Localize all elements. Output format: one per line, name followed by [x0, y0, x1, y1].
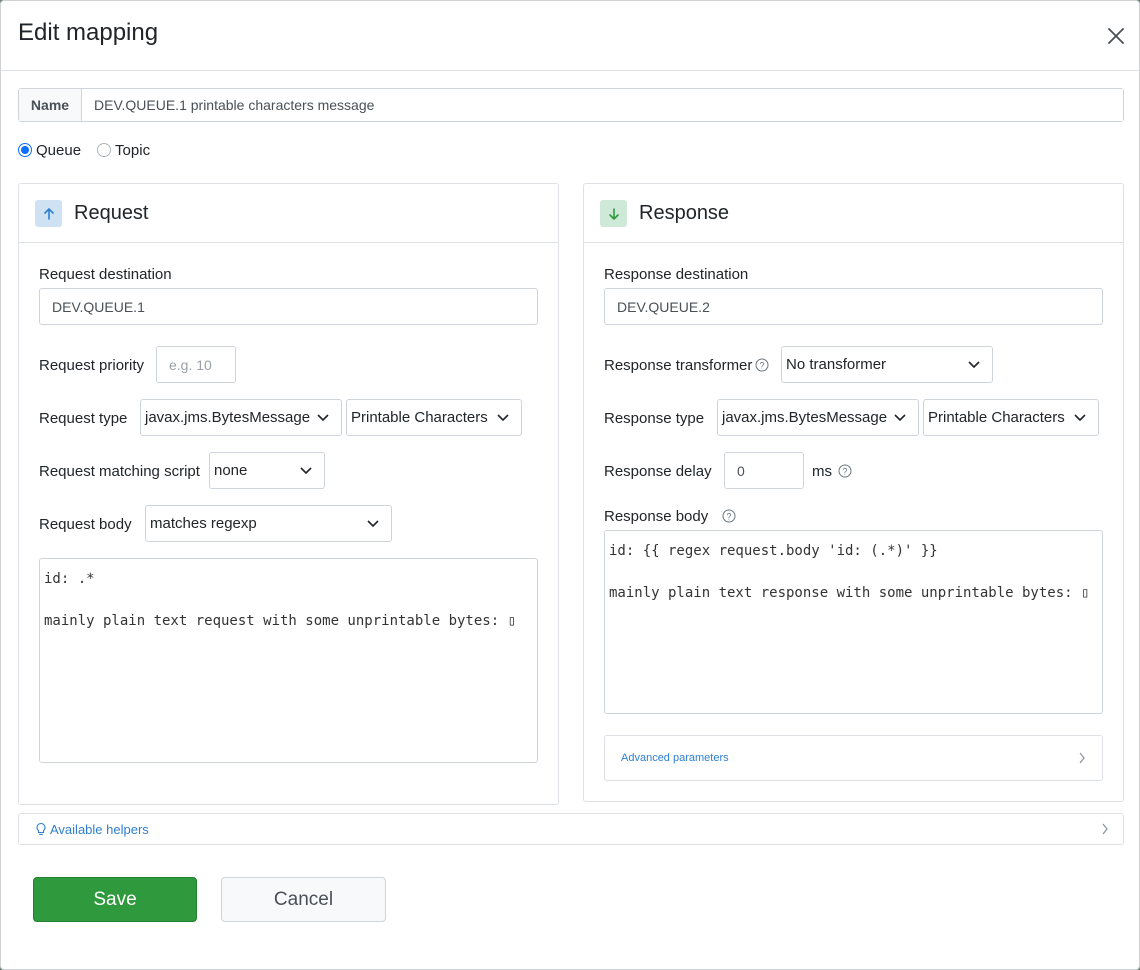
chevron-right-icon: [1102, 823, 1108, 835]
request-priority-label: Request priority: [39, 357, 145, 374]
request-type-select[interactable]: javax.jms.BytesMessage: [140, 399, 342, 436]
response-body-textarea[interactable]: id: {{ regex request.body 'id: (.*)' }} …: [604, 530, 1103, 714]
queue-radio-label: Queue: [36, 141, 82, 159]
request-encoding-select[interactable]: Printable Characters: [346, 399, 522, 436]
response-transformer-label: Response transformer: [604, 357, 753, 374]
chevron-down-icon: [1074, 413, 1086, 421]
chevron-down-icon: [894, 413, 906, 421]
response-transformer-value: No transformer: [786, 356, 887, 373]
save-button[interactable]: Save: [33, 877, 197, 922]
request-panel-header: Request: [19, 184, 558, 243]
request-destination-input[interactable]: DEV.QUEUE.1: [39, 288, 538, 325]
lightbulb-icon: [36, 822, 46, 835]
request-matching-script-label: Request matching script: [39, 463, 200, 480]
available-helpers-label: Available helpers: [50, 821, 149, 837]
response-delay-input[interactable]: 0: [724, 452, 804, 489]
response-destination-label: Response destination: [604, 266, 749, 283]
response-body-label: Response body: [604, 508, 709, 525]
response-type-select[interactable]: javax.jms.BytesMessage: [717, 399, 919, 436]
chevron-down-icon: [300, 466, 312, 474]
queue-radio-dot[interactable]: [18, 143, 32, 157]
cancel-button[interactable]: Cancel: [221, 877, 386, 922]
request-matching-script-select[interactable]: none: [209, 452, 325, 489]
queue-radio[interactable]: Queue: [18, 142, 81, 159]
help-icon[interactable]: ?: [755, 358, 769, 372]
response-icon-box: [600, 200, 627, 227]
advanced-parameters-label: Advanced parameters: [621, 752, 729, 764]
available-helpers-toggle[interactable]: Available helpers: [18, 813, 1124, 845]
name-label: Name: [19, 89, 82, 121]
request-panel: Request Request destination DEV.QUEUE.1 …: [18, 183, 559, 805]
response-destination-input[interactable]: DEV.QUEUE.2: [604, 288, 1103, 325]
chevron-down-icon: [968, 360, 980, 368]
response-delay-unit: ms: [812, 463, 832, 480]
chevron-right-icon: [1079, 752, 1085, 764]
help-icon[interactable]: ?: [838, 464, 852, 478]
destination-type-radios: Queue Topic: [18, 140, 166, 160]
advanced-parameters-toggle[interactable]: Advanced parameters: [604, 735, 1103, 781]
request-encoding-value: Printable Characters: [351, 409, 488, 426]
svg-text:?: ?: [842, 467, 847, 477]
arrow-down-icon: [608, 207, 619, 220]
chevron-down-icon: [317, 413, 329, 421]
topic-radio-dot[interactable]: [97, 143, 112, 157]
svg-text:?: ?: [759, 361, 764, 371]
request-body-label: Request body: [39, 516, 132, 533]
request-icon-box: [35, 200, 62, 227]
response-title: Response: [639, 202, 730, 224]
close-button[interactable]: [1103, 23, 1129, 49]
response-type-value: javax.jms.BytesMessage: [722, 409, 888, 426]
topic-radio[interactable]: Topic: [97, 142, 150, 159]
chevron-down-icon: [497, 413, 509, 421]
request-matching-script-value: none: [214, 462, 248, 479]
modal-header: Edit mapping: [1, 1, 1139, 71]
name-field-group: Name: [18, 88, 1124, 122]
response-panel-header: Response: [584, 184, 1123, 243]
request-type-label: Request type: [39, 410, 128, 427]
close-icon: [1108, 28, 1124, 44]
arrow-up-icon: [43, 207, 54, 220]
chevron-down-icon: [367, 519, 379, 527]
request-priority-input[interactable]: e.g. 10: [156, 346, 236, 383]
request-body-match-value: matches regexp: [150, 515, 257, 532]
help-icon[interactable]: ?: [722, 509, 736, 523]
name-input[interactable]: [82, 89, 1123, 121]
response-type-label: Response type: [604, 410, 705, 427]
request-body-match-select[interactable]: matches regexp: [145, 505, 392, 542]
request-destination-label: Request destination: [39, 266, 172, 283]
response-panel: Response Response destination DEV.QUEUE.…: [583, 183, 1124, 802]
response-transformer-select[interactable]: No transformer: [781, 346, 993, 383]
request-type-value: javax.jms.BytesMessage: [145, 409, 311, 426]
topic-radio-label: Topic: [115, 141, 151, 159]
svg-text:?: ?: [726, 512, 731, 522]
response-delay-label: Response delay: [604, 463, 712, 480]
request-body-textarea[interactable]: id: .* mainly plain text request with so…: [39, 558, 538, 763]
edit-mapping-modal: Edit mapping Name Queue Topic Requ: [0, 0, 1140, 970]
response-encoding-value: Printable Characters: [928, 409, 1065, 426]
modal-title: Edit mapping: [18, 19, 159, 46]
request-title: Request: [74, 202, 149, 224]
response-encoding-select[interactable]: Printable Characters: [923, 399, 1099, 436]
